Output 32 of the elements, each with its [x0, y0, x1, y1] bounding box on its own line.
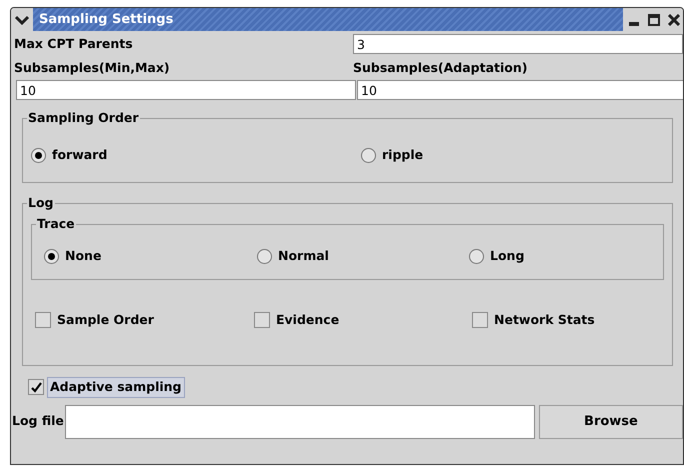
radio-button[interactable] — [469, 248, 484, 264]
field-label: Max CPT Parents — [13, 34, 133, 53]
checkbox[interactable] — [254, 312, 270, 328]
input-field[interactable]: 10 — [16, 80, 356, 100]
input-field[interactable] — [64, 404, 535, 439]
field-label: Subsamples(Min,Max) — [13, 58, 170, 77]
window-title: Sampling Settings — [39, 10, 174, 29]
radio-label: None — [65, 246, 102, 265]
checkbox-label: Evidence — [276, 311, 340, 329]
checkbox[interactable] — [472, 312, 488, 328]
chevron-down-icon — [15, 14, 29, 24]
input-field[interactable]: 10 — [357, 80, 683, 100]
minimize-icon — [629, 22, 639, 26]
radio-button[interactable] — [44, 248, 59, 264]
radio-button[interactable] — [257, 248, 272, 264]
radio-label: ripple — [382, 146, 424, 164]
maximize-icon — [648, 14, 660, 26]
radio-label: Long — [490, 246, 524, 265]
checkbox-label: Adaptive sampling — [47, 377, 185, 398]
field-label: Subsamples(Adaptation) — [353, 58, 528, 77]
radio-button[interactable] — [31, 148, 46, 163]
close-icon — [668, 14, 680, 26]
radio-button[interactable] — [361, 148, 376, 163]
browse-button[interactable]: Browse — [538, 404, 683, 439]
checkbox-label: Network Stats — [494, 311, 595, 329]
checkbox[interactable] — [35, 312, 51, 328]
radio-label: forward — [52, 146, 108, 164]
checkbox-label: Sample Order — [57, 311, 154, 329]
checkbox[interactable] — [28, 379, 44, 396]
input-field[interactable]: 3 — [353, 34, 683, 54]
field-label: Log file — [12, 412, 65, 430]
radio-label: Normal — [278, 246, 329, 265]
